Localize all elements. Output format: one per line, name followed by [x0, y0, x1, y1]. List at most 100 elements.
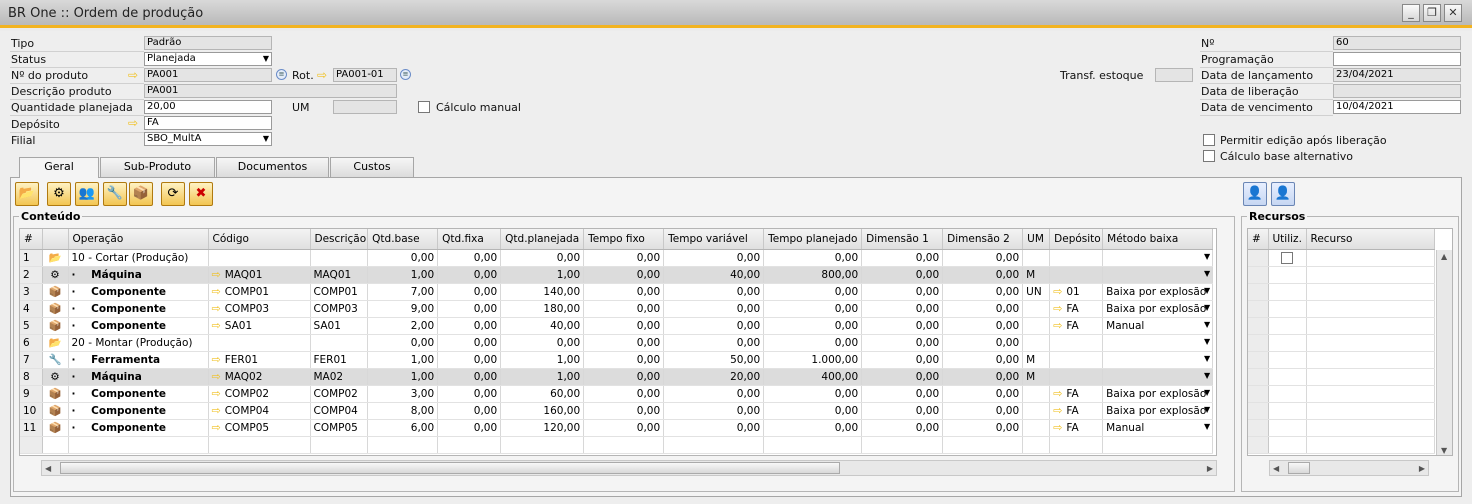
- d1-cell[interactable]: 0,00: [861, 351, 944, 369]
- d2-cell[interactable]: 0,00: [942, 334, 1024, 352]
- cod-cell[interactable]: [208, 334, 311, 352]
- row-number[interactable]: 11: [20, 419, 43, 437]
- row-number[interactable]: 6: [20, 334, 43, 352]
- empty-cell[interactable]: [310, 436, 369, 454]
- recursos-row[interactable]: [1248, 402, 1435, 420]
- um-cell[interactable]: UN: [1022, 283, 1051, 301]
- list-choose-icon[interactable]: ≡: [400, 69, 411, 80]
- link-arrow-icon[interactable]: ⇨: [1053, 404, 1062, 417]
- d2-cell[interactable]: 0,00: [942, 385, 1024, 403]
- recurso-cell[interactable]: [1306, 334, 1435, 352]
- recurso-cell[interactable]: [1306, 249, 1435, 267]
- tf-cell[interactable]: 0,00: [583, 368, 665, 386]
- tf-cell[interactable]: 0,00: [583, 351, 665, 369]
- link-arrow-icon[interactable]: ⇨: [212, 404, 221, 417]
- fixa-cell[interactable]: 0,00: [437, 368, 502, 386]
- fixa-cell[interactable]: 0,00: [437, 249, 502, 267]
- fixa-cell[interactable]: 0,00: [437, 334, 502, 352]
- plan-cell[interactable]: 180,00: [500, 300, 585, 318]
- empty-cell[interactable]: [42, 436, 69, 454]
- row-number[interactable]: 9: [20, 385, 43, 403]
- conteudo-hscroll[interactable]: ◀ ▶: [41, 460, 1217, 476]
- rot-field[interactable]: PA001-01: [333, 68, 397, 82]
- column-header[interactable]: Tempo variável: [663, 229, 765, 250]
- dep-cell[interactable]: [1049, 334, 1104, 352]
- operation-cell[interactable]: · Ferramenta: [68, 351, 209, 369]
- d1-cell[interactable]: 0,00: [861, 317, 944, 335]
- tp-cell[interactable]: 0,00: [763, 334, 863, 352]
- code-cell[interactable]: ⇨ COMP03: [208, 300, 311, 318]
- code-cell[interactable]: ⇨ COMP01: [208, 283, 311, 301]
- row-number[interactable]: [1248, 351, 1269, 369]
- deposito-cell[interactable]: ⇨ FA: [1049, 300, 1104, 318]
- code-cell[interactable]: ⇨ COMP02: [208, 385, 311, 403]
- deposito-cell[interactable]: ⇨ 01: [1049, 283, 1104, 301]
- operation-cell[interactable]: · Componente: [68, 283, 209, 301]
- metodo-baixa-select[interactable]: Manual ▼: [1102, 419, 1214, 437]
- close-window-button[interactable]: ✕: [1444, 4, 1462, 22]
- recursos-row[interactable]: [1248, 300, 1435, 318]
- tp-cell[interactable]: 800,00: [763, 266, 863, 284]
- desc-cell[interactable]: FER01: [310, 351, 369, 369]
- um-cell[interactable]: M: [1022, 351, 1051, 369]
- link-arrow-icon[interactable]: ⇨: [212, 370, 221, 383]
- base-cell[interactable]: 2,00: [367, 317, 439, 335]
- base-cell[interactable]: 1,00: [367, 351, 439, 369]
- recurso-cell[interactable]: [1306, 317, 1435, 335]
- fixa-cell[interactable]: 0,00: [437, 385, 502, 403]
- tf-cell[interactable]: 0,00: [583, 419, 665, 437]
- d1-cell[interactable]: 0,00: [861, 385, 944, 403]
- add-person-icon[interactable]: 👤: [1243, 182, 1267, 206]
- link-arrow-icon[interactable]: ⇨: [1053, 285, 1062, 298]
- folder-open-icon[interactable]: 📂: [15, 182, 39, 206]
- column-header[interactable]: Qtd.base: [367, 229, 439, 250]
- recursos-vscroll[interactable]: ▲ ▼: [1436, 250, 1452, 455]
- um-cell[interactable]: M: [1022, 266, 1051, 284]
- operation-cell[interactable]: · Componente: [68, 300, 209, 318]
- row-number[interactable]: [1248, 266, 1269, 284]
- um-cell[interactable]: [1022, 334, 1051, 352]
- d2-cell[interactable]: 0,00: [942, 419, 1024, 437]
- column-header[interactable]: Utiliz.: [1268, 229, 1307, 250]
- filial-select[interactable]: SBO_MultA ▼: [144, 132, 272, 146]
- deposito-cell[interactable]: ⇨ FA: [1049, 317, 1104, 335]
- tv-cell[interactable]: 40,00: [663, 266, 765, 284]
- row-number[interactable]: 7: [20, 351, 43, 369]
- d1-cell[interactable]: 0,00: [861, 368, 944, 386]
- empty-cell[interactable]: [68, 436, 209, 454]
- d2-cell[interactable]: 0,00: [942, 249, 1024, 267]
- tf-cell[interactable]: 0,00: [583, 266, 665, 284]
- row-number[interactable]: 3: [20, 283, 43, 301]
- row-number[interactable]: [1248, 419, 1269, 437]
- tf-cell[interactable]: 0,00: [583, 283, 665, 301]
- column-header[interactable]: Descrição: [310, 229, 369, 250]
- code-cell[interactable]: ⇨ MAQ02: [208, 368, 311, 386]
- column-header[interactable]: Recurso: [1306, 229, 1435, 250]
- list-choose-icon[interactable]: ≡: [276, 69, 287, 80]
- tab-custos[interactable]: Custos: [330, 157, 414, 177]
- tv-cell[interactable]: 0,00: [663, 300, 765, 318]
- desc-cell[interactable]: COMP02: [310, 385, 369, 403]
- d2-cell[interactable]: 0,00: [942, 300, 1024, 318]
- metodo-baixa-select[interactable]: ▼: [1102, 368, 1214, 386]
- column-header[interactable]: Método baixa: [1102, 229, 1214, 250]
- recursos-row[interactable]: [1248, 283, 1435, 301]
- table-row[interactable]: 4 📦 · Componente ⇨ COMP03 COMP03 9,00 0,00 180,0…: [20, 300, 1214, 318]
- metodo-baixa-select[interactable]: Manual ▼: [1102, 317, 1214, 335]
- empty-cell[interactable]: [861, 436, 944, 454]
- fixa-cell[interactable]: 0,00: [437, 317, 502, 335]
- table-row[interactable]: 5 📦 · Componente ⇨ SA01 SA01 2,00 0,00 40,00 0,00…: [20, 317, 1214, 335]
- base-cell[interactable]: 8,00: [367, 402, 439, 420]
- tv-cell[interactable]: 0,00: [663, 385, 765, 403]
- recurso-cell[interactable]: [1306, 402, 1435, 420]
- tv-cell[interactable]: 0,00: [663, 334, 765, 352]
- operation-cell[interactable]: · Componente: [68, 419, 209, 437]
- utiliz-cell[interactable]: [1268, 402, 1307, 420]
- tf-cell[interactable]: 0,00: [583, 402, 665, 420]
- code-cell[interactable]: ⇨ SA01: [208, 317, 311, 335]
- utiliz-cell[interactable]: [1268, 300, 1307, 318]
- link-arrow-icon[interactable]: ⇨: [128, 117, 138, 129]
- desc-cell[interactable]: SA01: [310, 317, 369, 335]
- desc-cell[interactable]: COMP05: [310, 419, 369, 437]
- recurso-cell[interactable]: [1306, 266, 1435, 284]
